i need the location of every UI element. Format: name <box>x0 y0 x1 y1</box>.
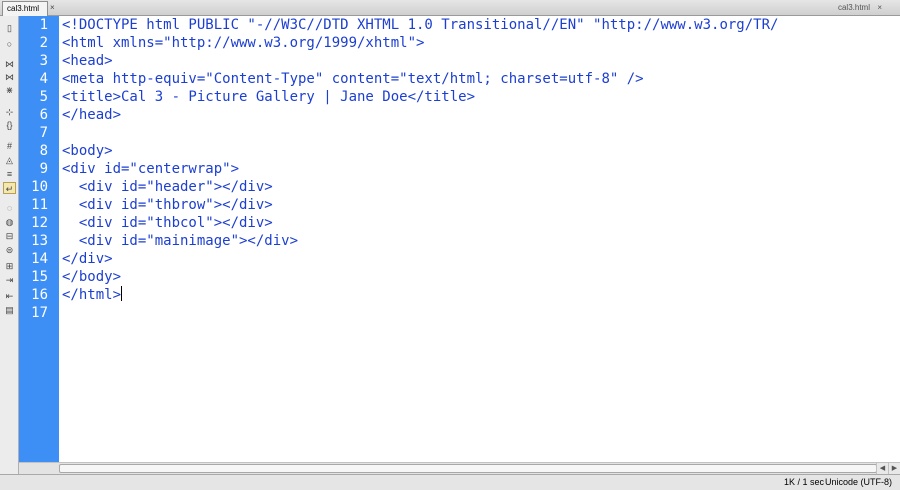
code-line-text: <div id="centerwrap"> <box>62 161 240 177</box>
document-tab-bar: cal3.html × cal3.html × <box>0 0 900 16</box>
code-line[interactable]: <html xmlns="http://www.w3.org/1999/xhtm… <box>62 34 424 52</box>
select-parent-icon[interactable]: ⊹ <box>3 106 16 118</box>
code-line-text: </head> <box>62 107 122 123</box>
highlight-invalid-icon[interactable]: ◬ <box>3 154 16 166</box>
code-line[interactable]: <div id="mainimage"></div> <box>62 232 298 250</box>
code-line[interactable]: <div id="centerwrap"> <box>62 160 239 178</box>
stop-icon[interactable]: ○ <box>3 38 16 50</box>
syntax-coloring-icon[interactable]: ≡ <box>3 168 16 180</box>
code-line-text: <head> <box>62 53 113 69</box>
code-line[interactable]: </html> <box>62 286 123 304</box>
line-number: 5 <box>39 89 48 105</box>
code-line-text: </body> <box>62 269 122 285</box>
line-number: 10 <box>31 179 48 195</box>
collapse-tag-icon[interactable]: ⋈ <box>3 58 16 70</box>
line-number: 4 <box>39 71 48 87</box>
line-number: 9 <box>39 161 48 177</box>
move-css-icon[interactable]: ⊞ <box>3 260 16 272</box>
code-line-text: </div> <box>62 251 113 267</box>
expand-all-icon[interactable]: ⋇ <box>3 84 16 96</box>
code-line-text: <div id="header"></div> <box>62 179 273 195</box>
line-number: 3 <box>39 53 48 69</box>
code-line[interactable]: </head> <box>62 106 121 124</box>
code-line-text: <body> <box>62 143 113 159</box>
code-line-text: <!DOCTYPE html PUBLIC "-//W3C//DTD XHTML… <box>62 17 779 33</box>
indent-icon[interactable]: ⇥ <box>3 274 16 286</box>
code-line[interactable]: <div id="header"></div> <box>62 178 273 196</box>
code-line[interactable]: <body> <box>62 142 113 160</box>
scroll-left-icon[interactable]: ◀ <box>876 463 888 474</box>
outdent-icon[interactable]: ⇤ <box>3 290 16 302</box>
document-tab[interactable]: cal3.html <box>2 1 48 16</box>
wrap-tag-icon[interactable]: ⊟ <box>3 230 16 242</box>
comment-icon[interactable]: ◌ <box>3 202 16 214</box>
document-tab-label: cal3.html <box>7 4 40 13</box>
file-path-label[interactable]: cal3.html <box>838 3 870 13</box>
scrollbar-thumb[interactable] <box>59 464 877 473</box>
line-number: 14 <box>31 251 48 267</box>
code-line[interactable]: </div> <box>62 250 113 268</box>
line-number-gutter: 1 2 3 4 5 6 7 8 9 10 11 12 13 14 15 16 17 <box>19 16 59 462</box>
line-number: 11 <box>31 197 48 213</box>
line-numbers-icon[interactable]: # <box>3 140 16 152</box>
word-wrap-icon[interactable]: ↵ <box>3 182 16 194</box>
line-number: 17 <box>31 305 48 321</box>
format-source-icon[interactable]: ▤ <box>3 304 16 316</box>
encoding-label[interactable]: Unicode (UTF-8) <box>825 475 892 490</box>
line-number: 6 <box>39 107 48 123</box>
horizontal-scrollbar[interactable]: ◀ ▶ <box>19 462 900 474</box>
code-line-text: <title>Cal 3 - Picture Gallery | Jane Do… <box>62 89 476 105</box>
line-number: 15 <box>31 269 48 285</box>
code-line[interactable]: <head> <box>62 52 113 70</box>
collapse-selection-icon[interactable]: ⋈ <box>3 71 16 83</box>
recent-snippets-icon[interactable]: ⊜ <box>3 244 16 256</box>
scroll-right-icon[interactable]: ▶ <box>888 463 900 474</box>
file-size-download-time: 1K / 1 sec <box>783 477 824 487</box>
line-number: 1 <box>39 17 48 33</box>
close-tab-icon[interactable]: × <box>50 3 55 13</box>
code-editor[interactable]: <!DOCTYPE html PUBLIC "-//W3C//DTD XHTML… <box>59 16 900 462</box>
code-line-text: <div id="thbcol"></div> <box>62 215 273 231</box>
code-line[interactable]: <title>Cal 3 - Picture Gallery | Jane Do… <box>62 88 475 106</box>
code-line-text: <meta http-equiv="Content-Type" content=… <box>62 71 644 87</box>
code-line[interactable]: <div id="thbcol"></div> <box>62 214 273 232</box>
code-line-text: </html> <box>62 287 122 303</box>
document-icon[interactable]: ▯ <box>3 22 16 34</box>
text-caret <box>121 286 123 301</box>
code-line[interactable]: <meta http-equiv="Content-Type" content=… <box>62 70 644 88</box>
line-number: 16 <box>31 287 48 303</box>
uncomment-icon[interactable]: ◍ <box>3 216 16 228</box>
line-number: 2 <box>39 35 48 51</box>
line-number: 8 <box>39 143 48 159</box>
line-number: 13 <box>31 233 48 249</box>
code-line-text: <div id="mainimage"></div> <box>62 233 299 249</box>
balance-braces-icon[interactable]: {} <box>3 119 16 131</box>
line-number: 12 <box>31 215 48 231</box>
code-line[interactable]: <!DOCTYPE html PUBLIC "-//W3C//DTD XHTML… <box>62 16 778 34</box>
code-line[interactable]: </body> <box>62 268 121 286</box>
line-number: 7 <box>39 125 48 141</box>
close-path-icon[interactable]: × <box>877 3 882 13</box>
code-line-text: <html xmlns="http://www.w3.org/1999/xhtm… <box>62 35 425 51</box>
code-line[interactable]: <div id="thbrow"></div> <box>62 196 273 214</box>
code-line-text: <div id="thbrow"></div> <box>62 197 273 213</box>
coding-toolbar: ▯ ○ ⋈ ⋈ ⋇ ⊹{} # ◬ ≡ ↵ ◌ ◍ ⊟ ⊜ ⊞ ⇥ ⇤ ▤ <box>0 16 19 474</box>
status-bar: 1K / 1 sec Unicode (UTF-8) <box>0 474 900 490</box>
